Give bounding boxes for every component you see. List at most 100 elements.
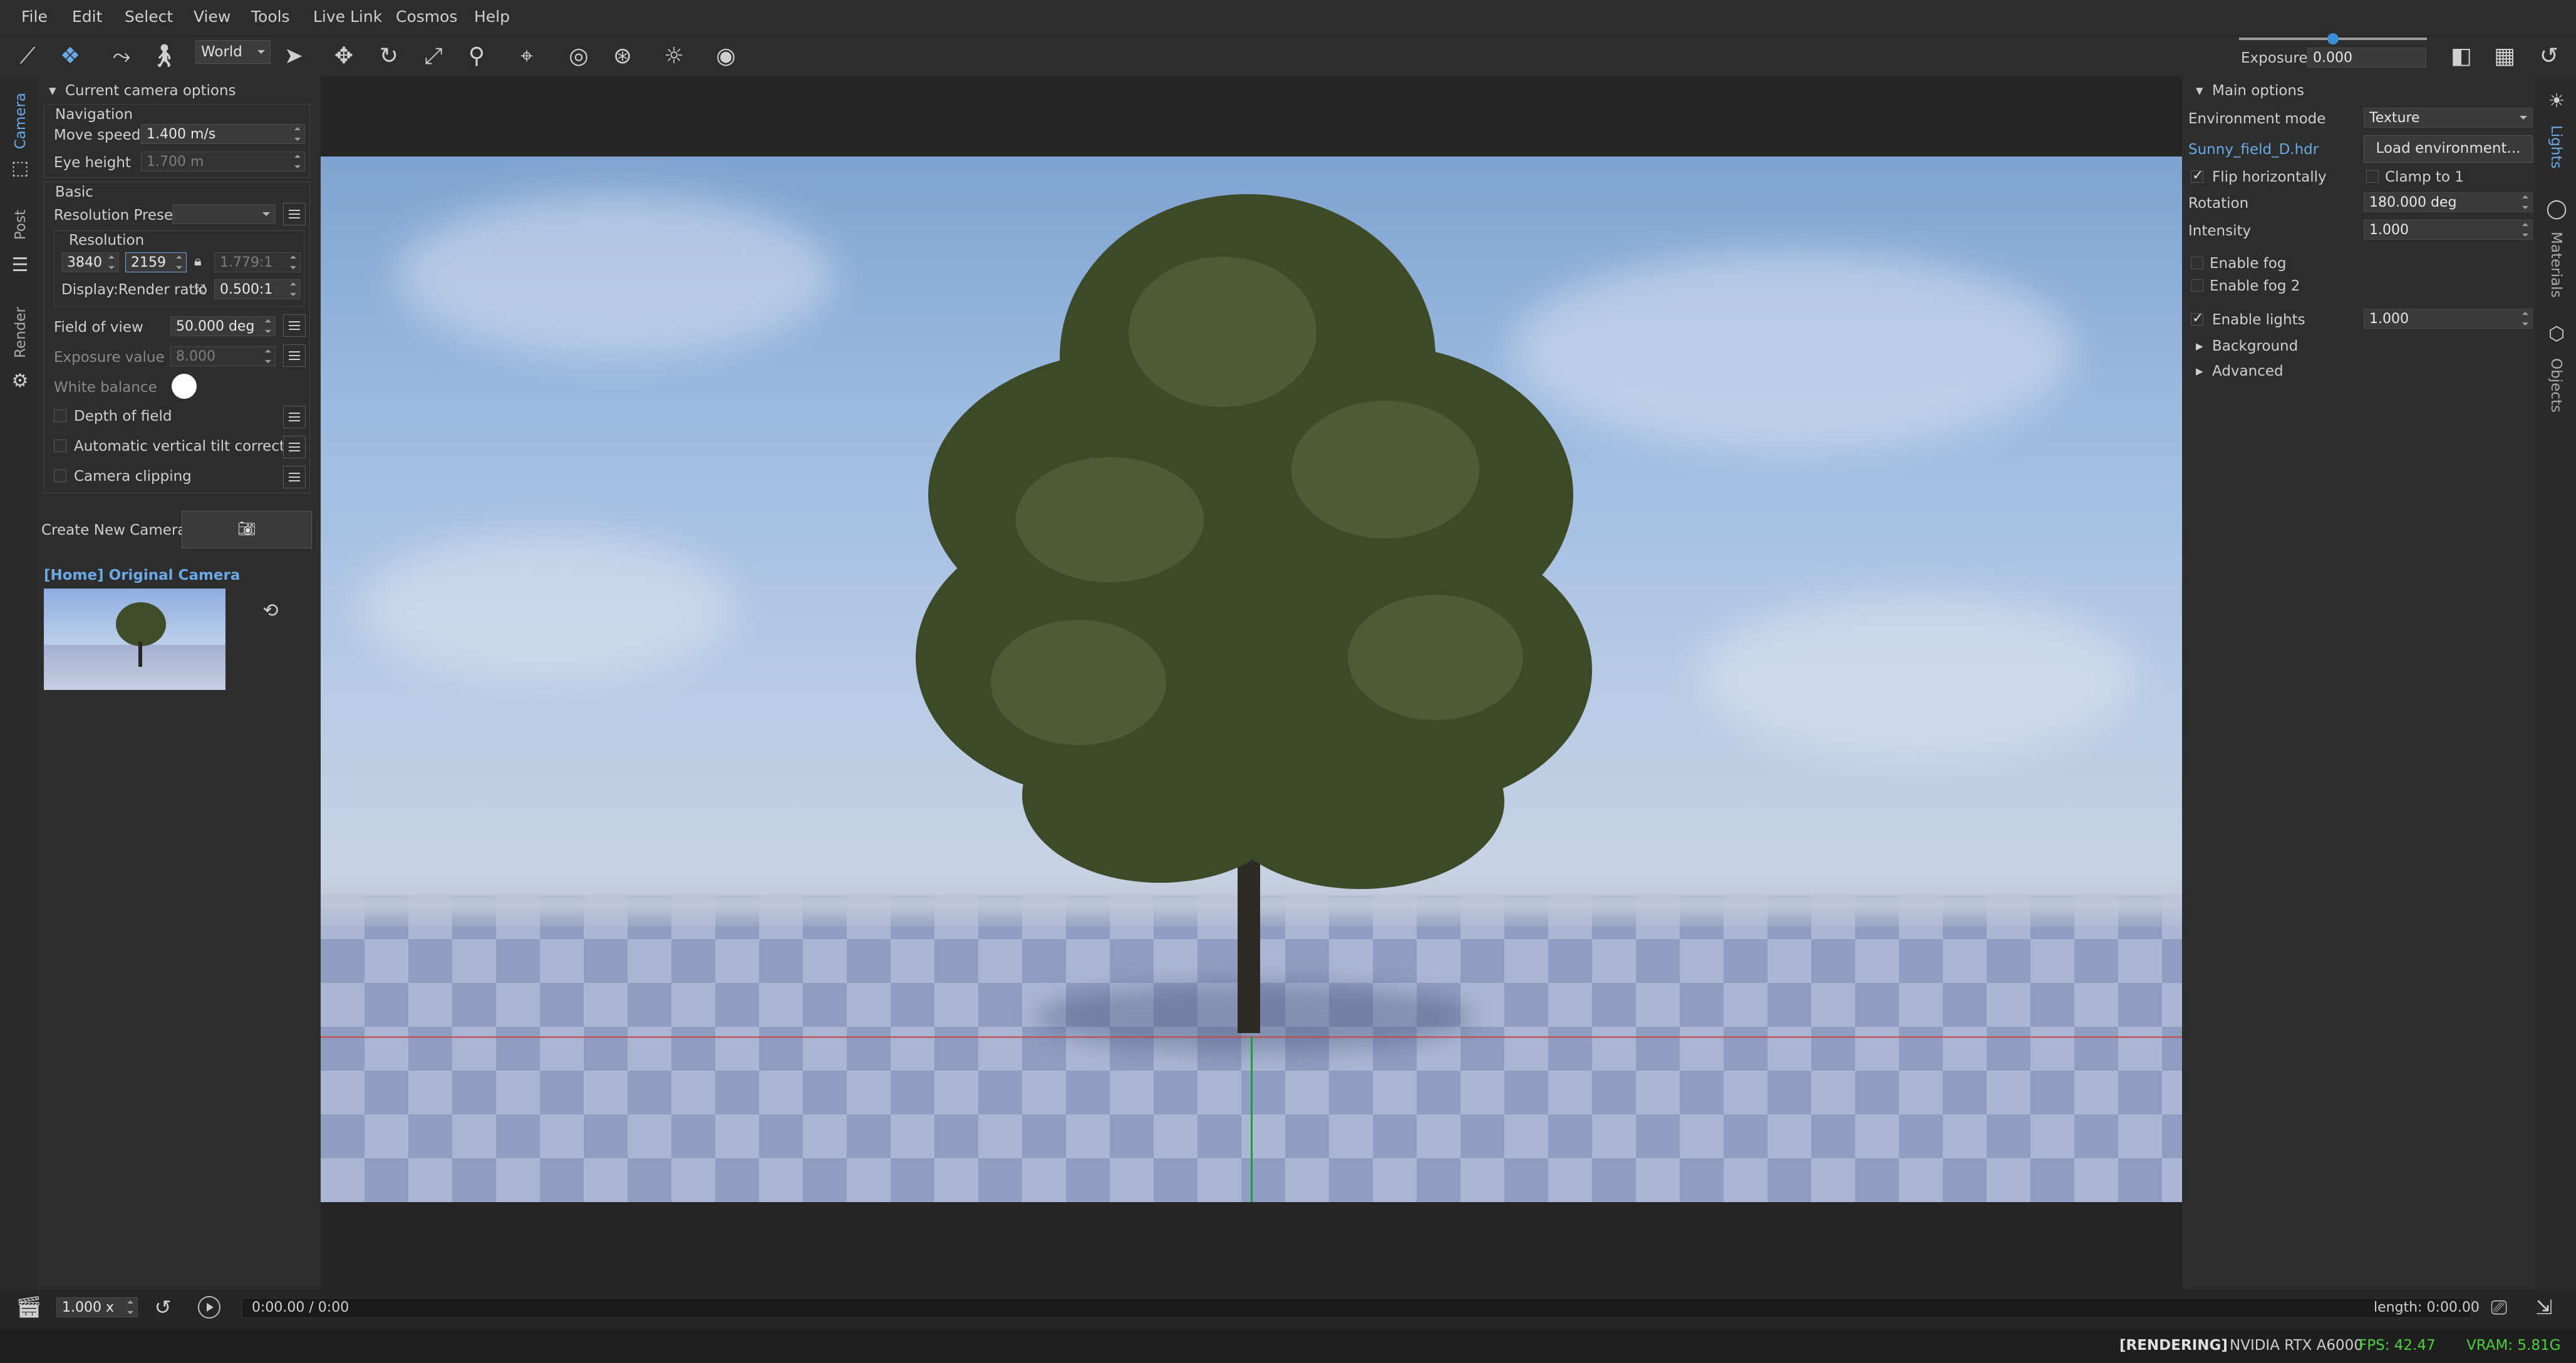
move-speed-label: Move speed [54,127,141,143]
enable-lights-checkbox[interactable] [2191,311,2203,326]
exposure-value-menu-button[interactable] [283,344,306,367]
camera-name[interactable]: [Home] Original Camera [44,567,240,584]
snap-icon[interactable]: ⚲ [462,41,492,71]
load-environment-button[interactable]: Load environment... [2364,135,2533,163]
main-options-title[interactable]: Main options [2212,83,2304,99]
camera-sync-icon[interactable]: ⟲ [256,596,286,626]
render-tab-icon[interactable]: ⚙ [5,366,35,396]
resolution-height-field[interactable]: 2159 [125,252,187,272]
menu-view[interactable]: View [194,8,230,26]
white-balance-swatch[interactable] [172,374,197,399]
scene-icon[interactable]: ❖ [55,41,85,71]
background-section[interactable]: Background [2212,338,2298,354]
enable-fog-label: Enable fog [2210,255,2287,272]
post-tab-icon[interactable]: ☰ [5,250,35,280]
enable-fog-checkbox[interactable] [2191,257,2203,269]
move-speed-value: 1.400 m/s [147,126,216,142]
resolution-width-field[interactable]: 3840 [61,252,119,272]
flip-horizontally-checkbox[interactable] [2191,168,2203,183]
menu-cosmos[interactable]: Cosmos [396,8,457,26]
rotation-field[interactable]: 180.000 deg [2364,192,2533,212]
clamp-checkbox[interactable] [2366,170,2379,183]
fly-mode-icon[interactable]: ⤳ [106,41,137,71]
resolution-preset-menu-button[interactable] [283,203,306,225]
sun-icon[interactable]: ☼ [659,41,689,71]
scale-icon[interactable]: ⤢ [418,41,448,71]
export-icon[interactable]: ⇲ [2529,1292,2559,1322]
camera-section-title[interactable]: Current camera options [65,83,236,99]
camera-clipping-checkbox[interactable] [54,470,66,482]
tab-lights[interactable]: Lights [2548,125,2564,168]
select-arrow-icon[interactable]: ➤ [279,41,309,71]
materials-tab-icon[interactable]: ◯ [2542,194,2572,224]
advanced-section[interactable]: Advanced [2212,363,2284,379]
palette-icon[interactable]: ◉ [711,41,741,71]
lights-tab-icon[interactable]: ☀ [2542,86,2572,116]
env-mode-select[interactable]: Texture [2364,108,2533,128]
tab-render[interactable]: Render [13,307,29,358]
tab-materials[interactable]: Materials [2548,232,2564,297]
tree-model [916,194,1592,1033]
menu-live-link[interactable]: Live Link [313,8,382,26]
menu-tools[interactable]: Tools [251,8,290,26]
tab-camera[interactable]: Camera [13,93,29,149]
depth-of-field-checkbox[interactable] [54,409,66,422]
exposure-field[interactable]: 0.000 [2307,48,2426,68]
render-viewport[interactable] [321,157,2182,1202]
menu-help[interactable]: Help [474,8,510,26]
intensity-field[interactable]: 1.000 [2364,220,2533,240]
aspect-ratio-field[interactable]: 1.779:1 [214,252,301,272]
camera-tab-icon[interactable]: ⬚ [5,153,35,183]
timeline-scrubber[interactable] [242,1298,2471,1318]
play-icon[interactable] [198,1296,220,1319]
auto-tilt-menu-button[interactable] [283,436,306,458]
section-toggle-icon[interactable]: ▾ [49,83,56,99]
objects-tab-icon[interactable]: ⬡ [2542,319,2572,349]
main-options-toggle-icon[interactable]: ▾ [2196,83,2203,99]
camera-thumbnail[interactable] [44,589,225,690]
auto-tilt-checkbox[interactable] [54,440,66,452]
enable-fog2-checkbox[interactable] [2191,279,2203,292]
move-icon[interactable]: ✥ [329,41,359,71]
lights-intensity-field[interactable]: 1.000 [2364,309,2533,329]
vram-readout: VRAM: 5.81G [2466,1337,2561,1354]
camera-clipping-menu-button[interactable] [283,466,306,488]
rotate-icon[interactable]: ↻ [374,41,404,71]
split-view-icon[interactable]: ◧ [2446,41,2476,71]
display-render-ratio-field[interactable]: 0.500:1 [214,279,301,299]
exposure-slider-handle[interactable] [2327,33,2339,44]
fov-menu-button[interactable] [283,314,306,337]
env-file-link[interactable]: Sunny_field_D.hdr [2188,141,2319,158]
render-video-icon[interactable]: ⎚ [2484,1292,2514,1322]
pivot-icon[interactable]: ⌖ [512,41,542,71]
fov-value: 50.000 deg [176,319,255,334]
grid-view-icon[interactable]: ▦ [2490,41,2520,71]
eye-height-field[interactable]: 1.700 m [141,152,305,172]
loop-icon[interactable]: ↺ [148,1292,178,1322]
menu-edit[interactable]: Edit [72,8,102,26]
expand-icon[interactable]: ⤧ [194,282,205,298]
playback-speed-field[interactable]: 1.000 x [56,1297,138,1317]
depth-of-field-menu-button[interactable] [283,406,306,428]
menu-select[interactable]: Select [125,8,173,26]
fov-field[interactable]: 50.000 deg [170,316,276,336]
menu-file[interactable]: File [21,8,48,26]
lock-ratio-icon[interactable]: 🔒︎ [194,254,202,269]
clapper-icon[interactable]: 🎬︎ [14,1292,44,1322]
resolution-preset-select[interactable] [172,204,276,224]
tab-post[interactable]: Post [13,210,29,240]
walk-mode-icon[interactable]: 🚶︎ [149,41,179,71]
tab-objects[interactable]: Objects [2548,358,2564,413]
refresh-icon[interactable]: ↺ [2534,41,2564,71]
space-mode-select[interactable]: World [195,40,271,64]
material-pick-icon[interactable]: ⊛ [608,41,638,71]
create-camera-button[interactable]: 📷︎ [182,511,312,548]
background-expand-icon[interactable]: ▸ [2196,338,2203,354]
camera-mode-icon[interactable]: ⟋ [13,41,43,71]
measure-icon[interactable]: ◎ [564,41,594,71]
advanced-expand-icon[interactable]: ▸ [2196,363,2203,379]
exposure-value-field[interactable]: 8.000 [170,346,276,366]
enable-lights-label: Enable lights [2212,312,2305,328]
move-speed-field[interactable]: 1.400 m/s [141,124,305,144]
thumbnail-tree-crown [116,602,166,646]
